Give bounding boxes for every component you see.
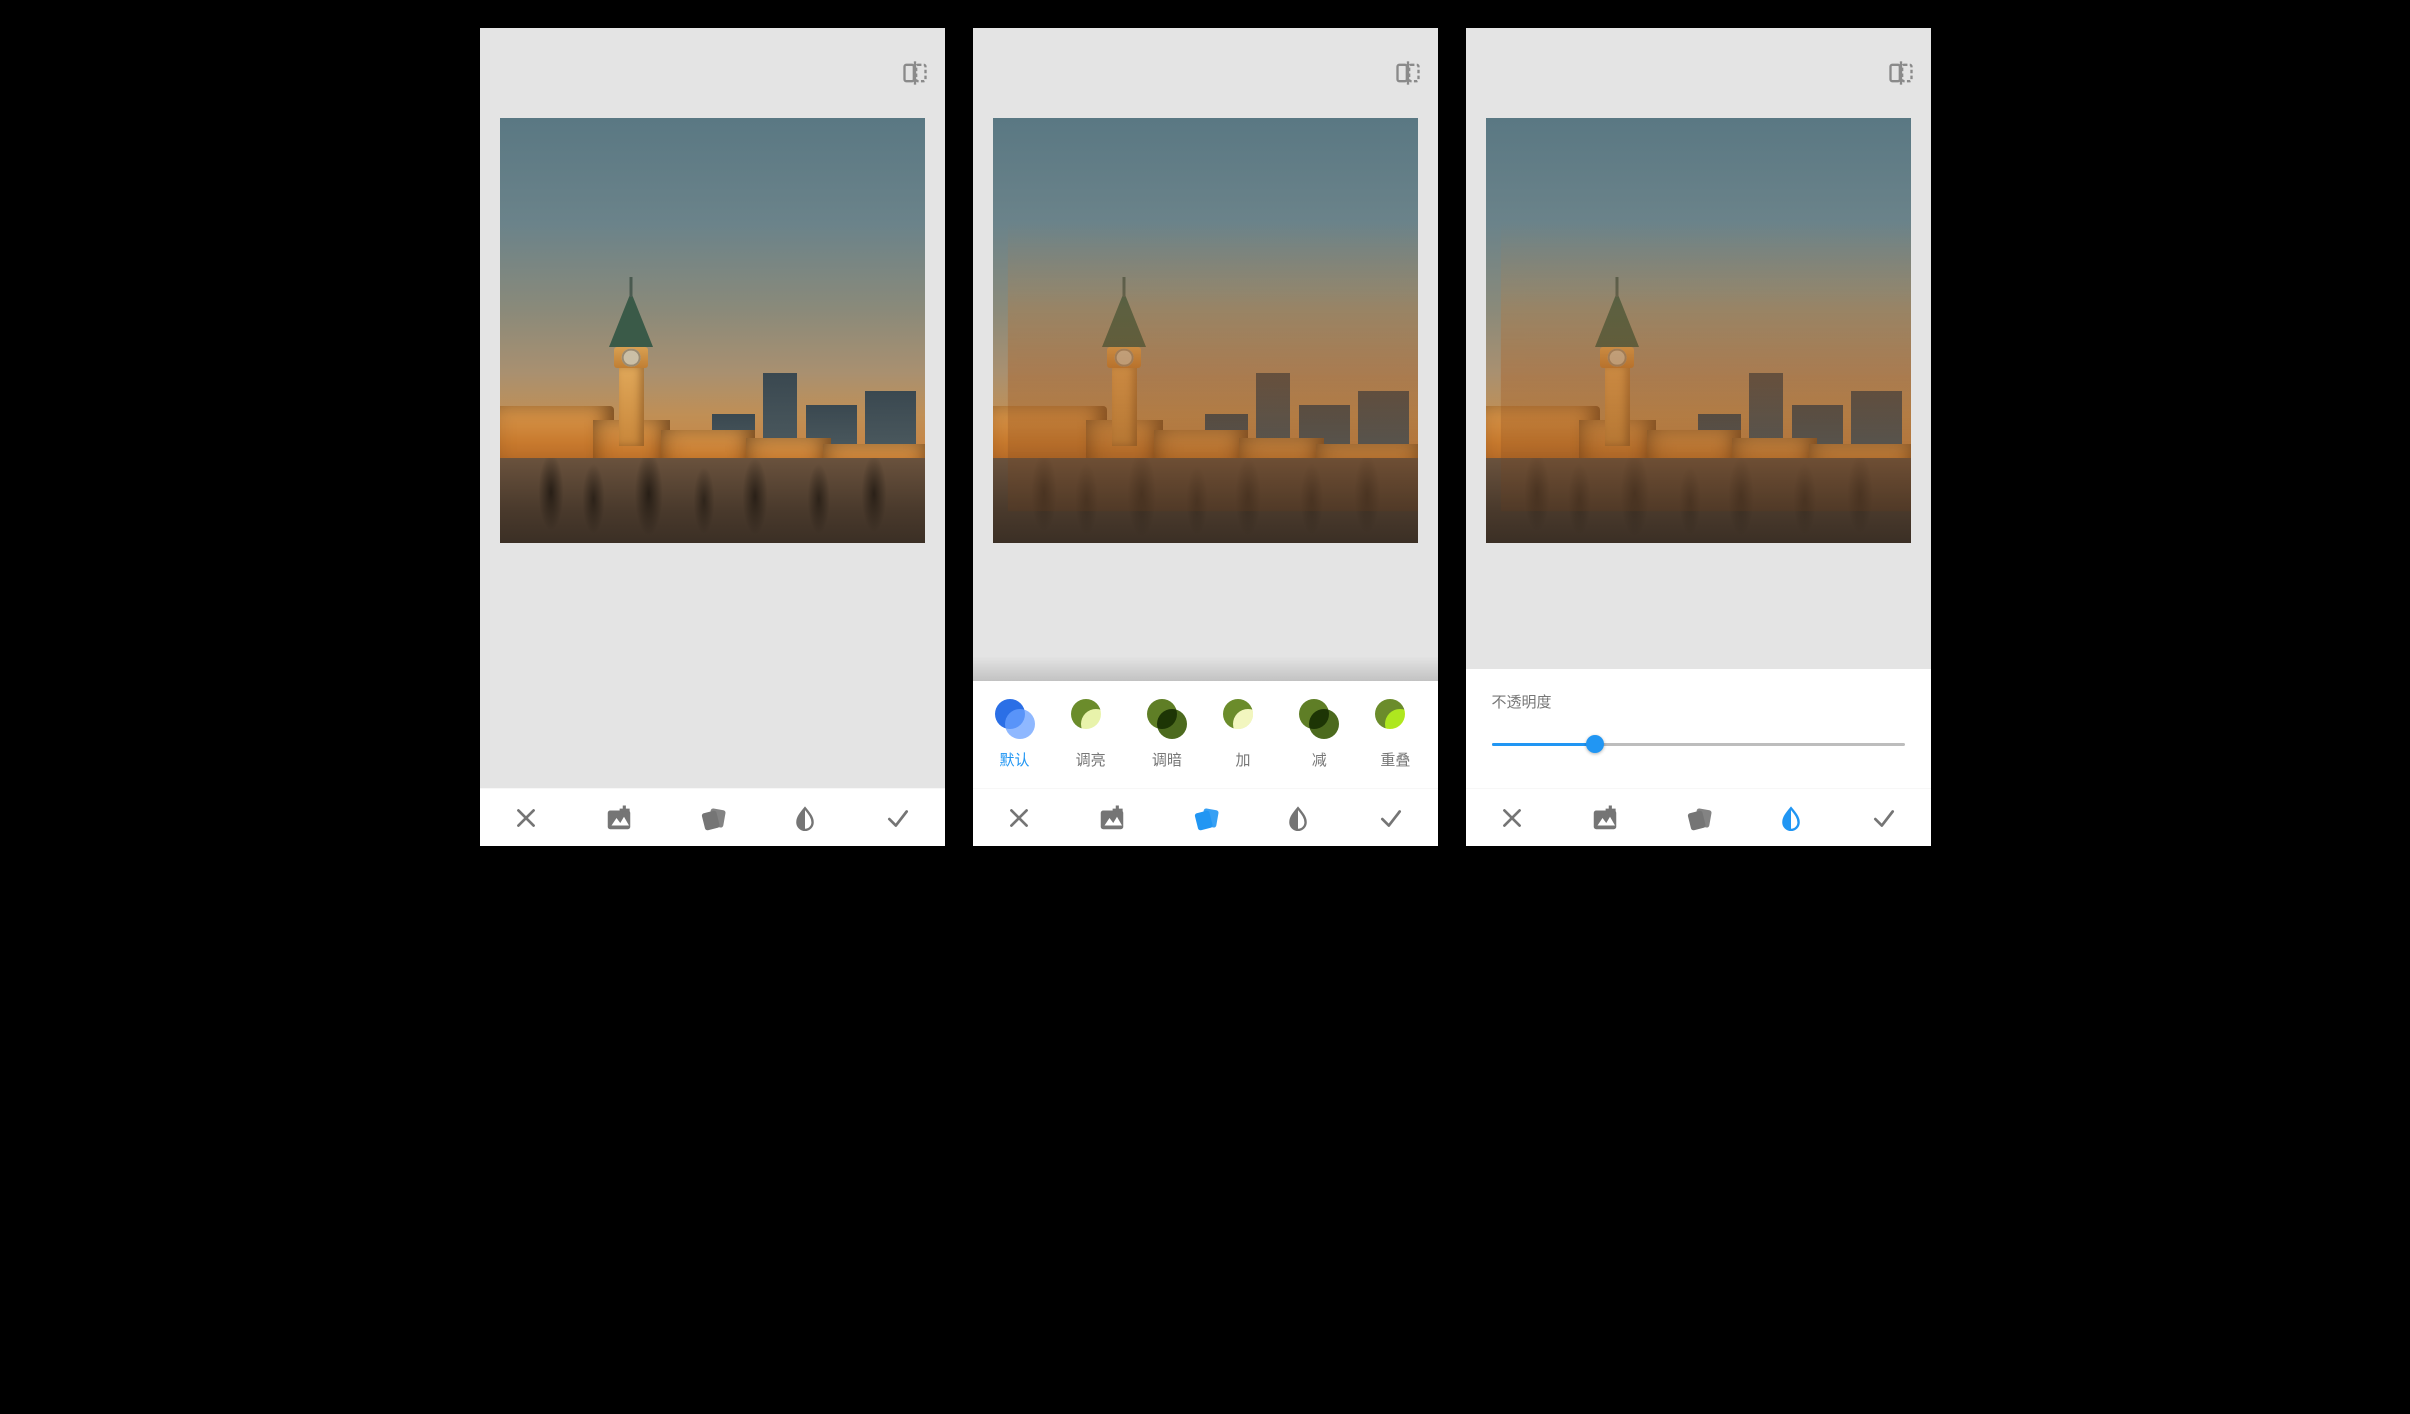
opacity-button[interactable] bbox=[1769, 796, 1813, 840]
photo-preview bbox=[993, 118, 1418, 543]
opacity-label: 不透明度 bbox=[1492, 691, 1905, 712]
blend-mode-label: 调暗 bbox=[1152, 749, 1182, 770]
blend-mode-label: 减 bbox=[1312, 749, 1327, 770]
photo-preview bbox=[500, 118, 925, 543]
opacity-slider[interactable] bbox=[1492, 730, 1905, 758]
edit-canvas[interactable] bbox=[1466, 118, 1931, 669]
blend-swatch-icon bbox=[995, 699, 1035, 739]
blend-mode-default[interactable]: 默认 bbox=[995, 699, 1035, 770]
opacity-button[interactable] bbox=[783, 796, 827, 840]
blend-mode-darken[interactable]: 调暗 bbox=[1147, 699, 1187, 770]
confirm-button[interactable] bbox=[876, 796, 920, 840]
add-image-button[interactable] bbox=[1583, 796, 1627, 840]
blend-mode-label: 重叠 bbox=[1380, 749, 1410, 770]
bottom-toolbar bbox=[480, 788, 945, 846]
top-bar bbox=[480, 28, 945, 118]
cancel-button[interactable] bbox=[997, 796, 1041, 840]
blend-mode-overlay[interactable]: 重叠 bbox=[1375, 699, 1415, 770]
blend-mode-lighten[interactable]: 调亮 bbox=[1071, 699, 1111, 770]
opacity-button[interactable] bbox=[1276, 796, 1320, 840]
blend-swatch-icon bbox=[1299, 699, 1339, 739]
edit-canvas[interactable] bbox=[480, 118, 945, 788]
compare-icon[interactable] bbox=[1394, 59, 1422, 87]
screen-blend-modes: 默认 调亮 调暗 加 减 重叠 bbox=[973, 28, 1438, 846]
slider-thumb-icon[interactable] bbox=[1586, 735, 1604, 753]
screen-base bbox=[480, 28, 945, 846]
blend-modes-button[interactable] bbox=[1183, 796, 1227, 840]
blend-mode-panel: 默认 调亮 调暗 加 减 重叠 bbox=[973, 681, 1438, 788]
screen-opacity: 不透明度 bbox=[1466, 28, 1931, 846]
blend-swatch-icon bbox=[1375, 699, 1415, 739]
blend-mode-add[interactable]: 加 bbox=[1223, 699, 1263, 770]
blend-modes-button[interactable] bbox=[690, 796, 734, 840]
compare-icon[interactable] bbox=[1887, 59, 1915, 87]
top-bar bbox=[1466, 28, 1931, 118]
confirm-button[interactable] bbox=[1862, 796, 1906, 840]
blend-modes-button[interactable] bbox=[1676, 796, 1720, 840]
cancel-button[interactable] bbox=[1490, 796, 1534, 840]
blend-swatch-icon bbox=[1147, 699, 1187, 739]
cancel-button[interactable] bbox=[504, 796, 548, 840]
add-image-button[interactable] bbox=[1090, 796, 1134, 840]
edit-canvas[interactable] bbox=[973, 118, 1438, 681]
opacity-panel: 不透明度 bbox=[1466, 669, 1931, 788]
blend-swatch-icon bbox=[1071, 699, 1111, 739]
photo-preview bbox=[1486, 118, 1911, 543]
confirm-button[interactable] bbox=[1369, 796, 1413, 840]
blend-mode-subtract[interactable]: 减 bbox=[1299, 699, 1339, 770]
blend-swatch-icon bbox=[1223, 699, 1263, 739]
blend-mode-label: 加 bbox=[1236, 749, 1251, 770]
add-image-button[interactable] bbox=[597, 796, 641, 840]
bottom-toolbar bbox=[973, 788, 1438, 846]
bottom-toolbar bbox=[1466, 788, 1931, 846]
blend-mode-label: 默认 bbox=[999, 749, 1029, 770]
top-bar bbox=[973, 28, 1438, 118]
blend-mode-label: 调亮 bbox=[1076, 749, 1106, 770]
compare-icon[interactable] bbox=[901, 59, 929, 87]
